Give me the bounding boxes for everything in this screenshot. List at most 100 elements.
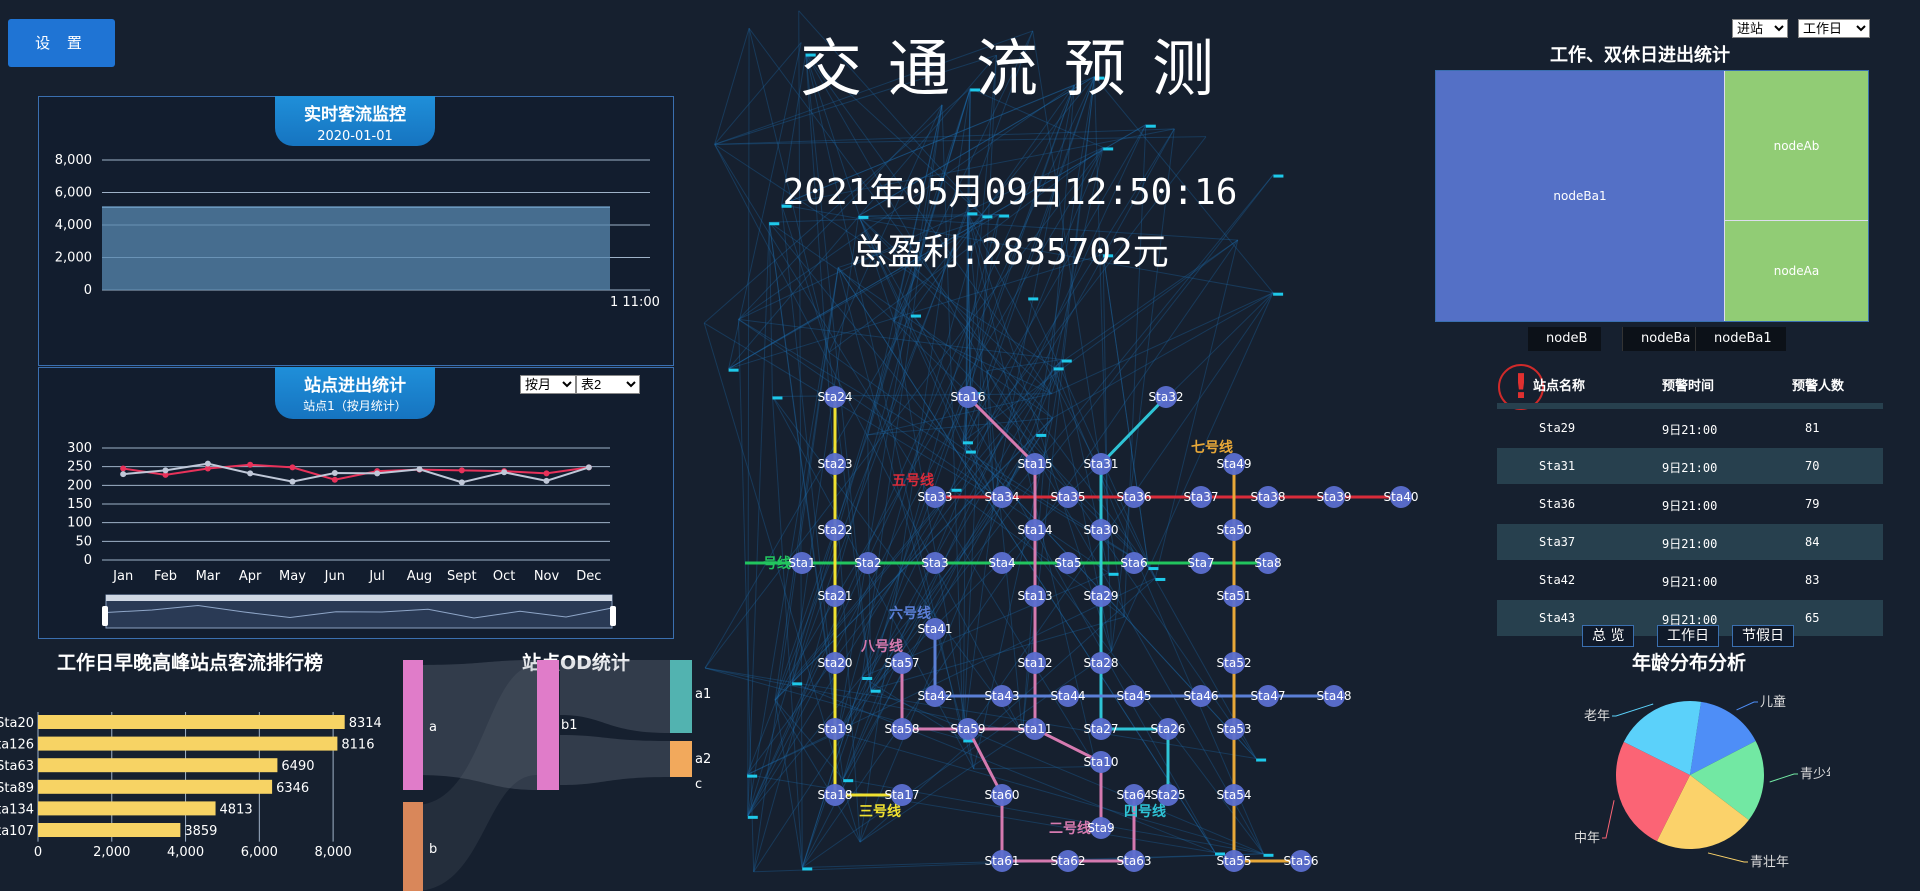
tab-workday[interactable]: 工作日 — [1657, 625, 1719, 647]
metro-line-label: 三号线 — [859, 803, 901, 820]
alert-station: Sta31 — [1539, 459, 1576, 473]
rank-xtick: 6,000 — [241, 845, 278, 860]
daytype-select[interactable]: 工作日 — [1798, 19, 1870, 38]
station-label: Sta13 — [1018, 589, 1053, 603]
metro-line-label: 五号线 — [892, 472, 934, 489]
station-label: Sta10 — [1084, 755, 1119, 769]
ss-point — [331, 476, 338, 483]
station-label: Sta38 — [1251, 490, 1286, 504]
age-leader — [1612, 703, 1654, 717]
ss-zoom-bar — [106, 595, 612, 601]
table-select[interactable]: 表2 — [576, 375, 640, 394]
rank-category: Sta63 — [0, 759, 34, 774]
station-label: Sta20 — [818, 656, 853, 670]
od-label: a2 — [695, 752, 711, 767]
settings-button[interactable]: 设 置 — [8, 19, 115, 67]
treemap-cell-nodeAa[interactable]: nodeAa — [1724, 221, 1868, 321]
treemap-cell-nodeBa1[interactable]: nodeBa1 — [1436, 71, 1724, 321]
station-label: Sta51 — [1217, 589, 1252, 603]
tab-overview[interactable]: 总 览 — [1582, 625, 1635, 647]
rank-xtick: 4,000 — [167, 845, 204, 860]
station-label: Sta48 — [1317, 689, 1352, 703]
station-label: Sta28 — [1084, 656, 1119, 670]
station-label: Sta5 — [1054, 556, 1081, 570]
station-label: Sta4 — [988, 556, 1015, 570]
ss-point — [501, 469, 508, 476]
ss-xtick: Feb — [154, 569, 177, 584]
ss-point — [585, 464, 592, 471]
alert-station: Sta36 — [1539, 497, 1576, 511]
month-mode-select[interactable]: 按月 — [520, 375, 576, 394]
station-label: Sta7 — [1187, 556, 1214, 570]
alert-count: 65 — [1805, 611, 1820, 625]
metro-line-label: 二号线 — [1049, 820, 1091, 837]
alert-row[interactable]: Sta31 9日21:00 70 — [1497, 448, 1883, 484]
ss-xtick: Aug — [407, 569, 432, 584]
age-label: 中年 — [1574, 831, 1600, 846]
alert-row[interactable]: Sta36 9日21:00 79 — [1497, 486, 1883, 522]
alert-row[interactable]: Sta37 9日21:00 84 — [1497, 524, 1883, 560]
header-station: 站点名称 — [1533, 379, 1586, 394]
ss-point — [543, 470, 550, 477]
station-label: Sta26 — [1151, 722, 1186, 736]
clock-readout: 2021年05月09日12:50:16 — [782, 172, 1238, 213]
station-stats-chart: 0 50 100 150 200 250 300 Jan Feb Mar Apr May Jun Jul A… — [67, 441, 616, 629]
rank-value: 6490 — [281, 759, 314, 774]
station-label: Sta3 — [921, 556, 948, 570]
peak-rank-chart: 0 2,000 4,000 6,000 8,000 Sta20 8314 Sta126 8116… — [0, 712, 382, 860]
ss-xtick: May — [279, 569, 306, 584]
rt-xtick: 1 11:00 — [610, 295, 660, 310]
metro-line-label: 四号线 — [1124, 803, 1166, 820]
age-label: 老年 — [1584, 709, 1610, 724]
ss-ytick: 200 — [67, 478, 92, 493]
station-label: Sta6 — [1120, 556, 1147, 570]
ss-point — [247, 470, 254, 477]
rank-bar — [38, 758, 278, 773]
rank-value: 6346 — [276, 781, 309, 796]
rank-value: 8116 — [341, 738, 374, 753]
station-label: Sta11 — [1018, 722, 1053, 736]
ss-xtick: Dec — [576, 569, 601, 584]
station-label: Sta55 — [1217, 854, 1252, 868]
rt-area — [102, 207, 610, 290]
station-label: Sta53 — [1217, 722, 1252, 736]
ss-xtick: Sept — [447, 569, 477, 584]
ss-point — [458, 467, 465, 474]
ss-xtick: Oct — [493, 569, 515, 584]
breadcrumb-nodeB[interactable]: nodeB — [1528, 327, 1602, 351]
page-title: 交通流预测 — [799, 32, 1240, 105]
station-label: Sta14 — [1018, 523, 1053, 537]
metro-line-label: 八号线 — [860, 638, 903, 655]
alert-count: 79 — [1805, 497, 1820, 511]
rt-ytick: 8,000 — [55, 153, 92, 168]
metro-line-label: 六号线 — [889, 605, 931, 622]
ss-ytick: 100 — [67, 516, 92, 531]
station-label: Sta42 — [918, 689, 953, 703]
breadcrumb-nodeBa[interactable]: nodeBa — [1622, 327, 1705, 351]
ss-xtick: Jul — [368, 569, 385, 584]
rank-value: 4813 — [220, 802, 253, 817]
rank-category: Sta126 — [0, 738, 34, 753]
tab-holiday[interactable]: 节假日 — [1732, 625, 1794, 647]
station-label: Sta16 — [951, 390, 986, 404]
ss-point — [543, 477, 550, 484]
ss-ytick: 150 — [67, 497, 92, 512]
station-label: Sta17 — [885, 788, 920, 802]
alert-row[interactable]: Sta29 9日21:00 81 — [1497, 410, 1883, 446]
breadcrumb-nodeBa1[interactable]: nodeBa1 — [1695, 327, 1786, 351]
alert-row[interactable]: Sta42 9日21:00 83 — [1497, 562, 1883, 598]
ss-ytick: 250 — [67, 460, 92, 475]
station-label: Sta32 — [1149, 390, 1184, 404]
age-label: 青壮年 — [1750, 855, 1789, 870]
direction-select[interactable]: 进站 — [1732, 19, 1788, 38]
od-label: b1 — [561, 718, 578, 733]
station-label: Sta47 — [1251, 689, 1286, 703]
station-label: Sta63 — [1117, 854, 1152, 868]
treemap-cell-nodeAb[interactable]: nodeAb — [1724, 71, 1868, 221]
metro-line-label: 一号线 — [749, 555, 791, 572]
ss-point — [247, 461, 254, 468]
station-label: Sta40 — [1384, 490, 1419, 504]
station-label: Sta62 — [1051, 854, 1086, 868]
station-label: Sta9 — [1087, 821, 1114, 835]
od-flow-b1-a2 — [560, 735, 670, 785]
